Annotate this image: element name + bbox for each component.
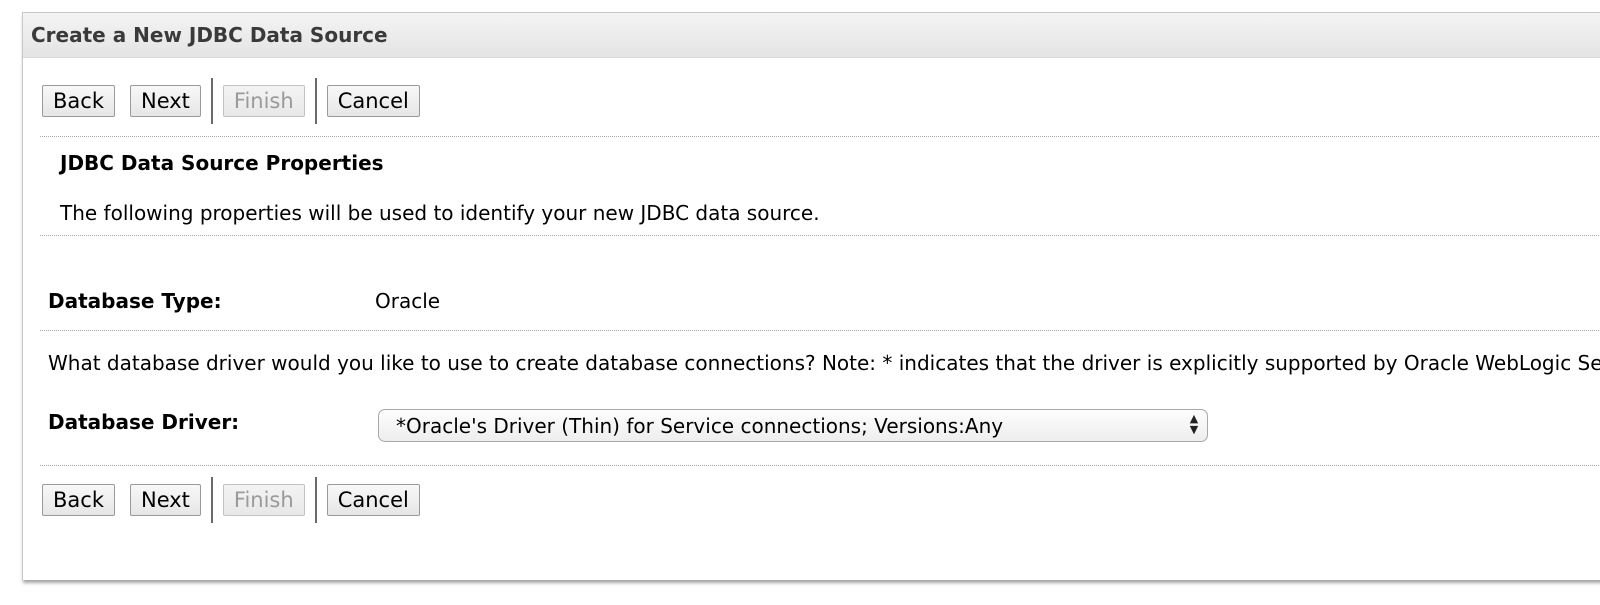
driver-question-text: What database driver would you like to u… xyxy=(48,351,1600,375)
back-button[interactable]: Back xyxy=(42,484,115,516)
divider xyxy=(40,330,1600,331)
button-separator xyxy=(314,477,317,523)
database-type-value: Oracle xyxy=(375,289,441,313)
top-button-bar: Back Next Finish Cancel xyxy=(42,77,435,125)
database-driver-label: Database Driver: xyxy=(48,410,240,434)
button-separator xyxy=(210,477,213,523)
cancel-button[interactable]: Cancel xyxy=(326,85,420,117)
section-description: The following properties will be used to… xyxy=(60,201,820,225)
panel-title: Create a New JDBC Data Source xyxy=(23,13,1600,58)
database-type-label: Database Type: xyxy=(48,289,222,313)
up-down-arrows-icon: ▲ ▼ xyxy=(1189,412,1199,436)
button-separator xyxy=(210,78,213,124)
finish-button: Finish xyxy=(222,85,305,117)
back-button[interactable]: Back xyxy=(42,85,115,117)
bottom-button-bar: Back Next Finish Cancel xyxy=(42,476,435,524)
finish-button: Finish xyxy=(222,484,305,516)
button-separator xyxy=(314,78,317,124)
divider xyxy=(40,235,1600,236)
divider xyxy=(40,465,1600,466)
cancel-button[interactable]: Cancel xyxy=(326,484,420,516)
database-driver-selected-value: *Oracle's Driver (Thin) for Service conn… xyxy=(396,413,1004,438)
next-button[interactable]: Next xyxy=(129,484,201,516)
section-title: JDBC Data Source Properties xyxy=(60,151,384,175)
next-button[interactable]: Next xyxy=(129,85,201,117)
create-jdbc-data-source-panel: Create a New JDBC Data Source Back Next … xyxy=(22,12,1600,580)
database-driver-select[interactable]: *Oracle's Driver (Thin) for Service conn… xyxy=(378,409,1208,442)
divider xyxy=(40,136,1600,137)
